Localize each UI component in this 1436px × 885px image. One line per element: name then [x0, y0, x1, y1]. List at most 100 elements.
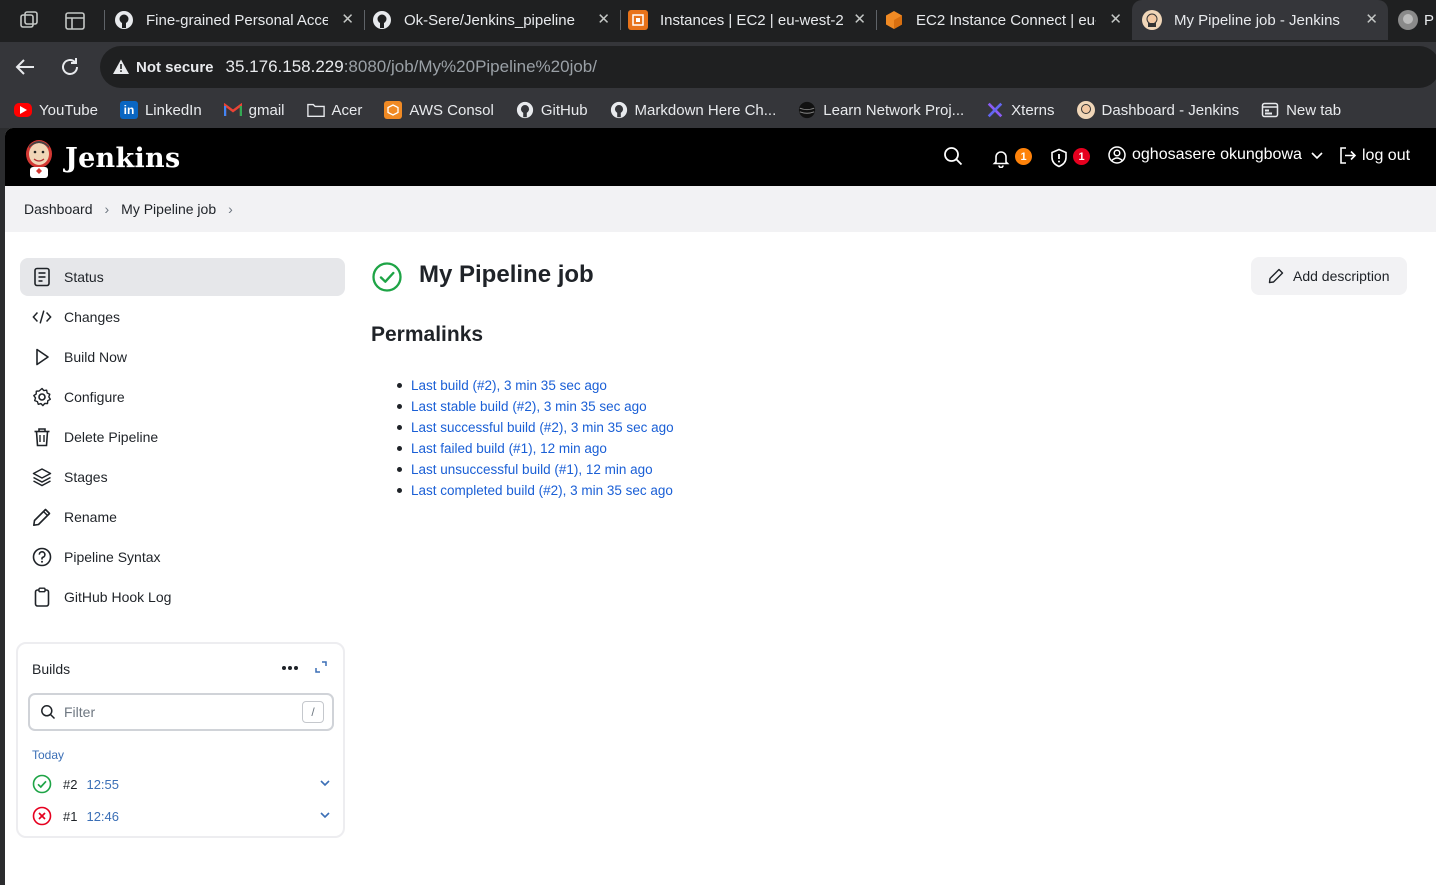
tab-title: Fine-grained Personal Acce: [146, 11, 328, 29]
security-badge: 1: [1073, 148, 1090, 165]
close-icon[interactable]: ✕: [1365, 12, 1378, 28]
help-icon: [32, 547, 52, 567]
list-item: Last build (#2), 3 min 35 sec ago: [397, 375, 674, 396]
jenkins-butler-icon: [26, 140, 52, 178]
tab-title: EC2 Instance Connect | eu-: [916, 11, 1096, 29]
notifications-badge: 1: [1015, 148, 1032, 165]
url-text[interactable]: 35.176.158.229:8080/job/My%20Pipeline%20…: [226, 57, 597, 77]
jenkins-logo[interactable]: Jenkins: [23, 138, 180, 178]
tab-groups-icon[interactable]: [64, 10, 86, 32]
breadcrumb-job[interactable]: My Pipeline job: [121, 201, 216, 217]
build-time: 12:46: [86, 808, 120, 824]
browser-tab[interactable]: Ok-Sere/Jenkins_pipeline ✕: [364, 0, 620, 40]
add-description-button[interactable]: Add description: [1251, 257, 1407, 295]
builds-filter-input[interactable]: [64, 704, 284, 720]
browser-toolbar: Not secure 35.176.158.229:8080/job/My%20…: [0, 42, 1436, 92]
youtube-icon: [14, 103, 32, 117]
sidebar-item-pipeline-syntax[interactable]: Pipeline Syntax: [20, 538, 345, 576]
browser-tab[interactable]: Instances | EC2 | eu-west-2 ✕: [620, 0, 876, 40]
browser-tab[interactable]: P: [1392, 0, 1436, 40]
breadcrumb-dashboard[interactable]: Dashboard: [24, 201, 93, 217]
logout-button[interactable]: log out: [1338, 146, 1410, 165]
list-item: Last completed build (#2), 3 min 35 sec …: [397, 480, 674, 501]
permalink-last-build[interactable]: Last build (#2), 3 min 35 sec ago: [411, 378, 607, 393]
bookmark-acer[interactable]: Acer: [306, 101, 362, 119]
sidebar-item-delete-pipeline[interactable]: Delete Pipeline: [20, 418, 345, 456]
job-success-icon: [372, 262, 402, 292]
build-number[interactable]: #2: [63, 777, 77, 792]
bookmark-xterns[interactable]: Xterns: [986, 101, 1055, 119]
linkedin-icon: in: [119, 101, 138, 119]
layers-icon: [32, 467, 52, 487]
list-item: Last unsuccessful build (#1), 12 min ago: [397, 459, 674, 480]
bookmark-youtube[interactable]: YouTube: [14, 102, 98, 119]
bookmark-linkedin[interactable]: in LinkedIn: [119, 101, 202, 119]
expand-icon[interactable]: [313, 659, 329, 675]
builds-filter[interactable]: /: [28, 693, 334, 731]
chevron-down-icon[interactable]: [318, 808, 332, 822]
security-indicator[interactable]: Not secure: [112, 58, 214, 76]
more-options-icon[interactable]: [280, 659, 300, 677]
browser-tab[interactable]: Fine-grained Personal Acce ✕: [106, 0, 364, 40]
close-icon[interactable]: ✕: [341, 12, 354, 28]
permalink-last-completed-build[interactable]: Last completed build (#2), 3 min 35 sec …: [411, 483, 673, 498]
notifications-button[interactable]: 1: [991, 146, 1035, 170]
tab-title: My Pipeline job - Jenkins: [1174, 11, 1340, 29]
security-button[interactable]: 1: [1049, 146, 1093, 170]
close-icon[interactable]: ✕: [1109, 12, 1122, 28]
bookmark-new-tab[interactable]: New tab: [1261, 101, 1341, 119]
sidebar-item-label: Rename: [64, 509, 117, 525]
builds-group-label: Today: [32, 748, 65, 762]
permalink-last-stable-build[interactable]: Last stable build (#2), 3 min 35 sec ago: [411, 399, 647, 414]
address-bar[interactable]: Not secure 35.176.158.229:8080/job/My%20…: [100, 46, 1436, 88]
add-description-label: Add description: [1293, 268, 1390, 284]
chevron-right-icon[interactable]: ›: [228, 201, 233, 217]
sidebar-item-build-now[interactable]: Build Now: [20, 338, 345, 376]
tab-search-icon[interactable]: [18, 10, 40, 32]
aws-ec2-cube-icon: [884, 10, 904, 30]
bookmark-label: LinkedIn: [144, 101, 202, 119]
bookmark-gmail[interactable]: gmail: [223, 101, 285, 119]
permalink-last-failed-build[interactable]: Last failed build (#1), 12 min ago: [411, 441, 607, 456]
bookmark-dashboard-jenkins[interactable]: Dashboard - Jenkins: [1076, 101, 1239, 119]
bookmark-aws[interactable]: AWS Consol: [384, 101, 494, 119]
permalink-last-unsuccessful-build[interactable]: Last unsuccessful build (#1), 12 min ago: [411, 462, 653, 477]
build-time: 12:55: [86, 776, 120, 792]
build-row[interactable]: #1 12:46: [32, 804, 332, 828]
builds-title: Builds: [32, 661, 71, 677]
bookmark-learn-network[interactable]: Learn Network Proj...: [798, 101, 964, 119]
browser-tab-active[interactable]: My Pipeline job - Jenkins ✕: [1132, 0, 1388, 40]
sidebar-item-configure[interactable]: Configure: [20, 378, 345, 416]
user-name: oghosasere okungbowa: [1132, 146, 1302, 163]
sidebar-item-label: Changes: [64, 309, 121, 325]
sidebar-item-changes[interactable]: Changes: [20, 298, 345, 336]
sidebar-item-status[interactable]: Status: [20, 258, 345, 296]
build-number[interactable]: #1: [63, 809, 77, 824]
reload-button[interactable]: [57, 54, 83, 80]
permalinks-list: Last build (#2), 3 min 35 sec ago Last s…: [397, 375, 674, 501]
close-icon[interactable]: ✕: [853, 12, 866, 28]
folder-icon: [306, 101, 325, 119]
close-icon[interactable]: ✕: [597, 12, 610, 28]
header-search-button[interactable]: [943, 146, 963, 166]
bookmarks-bar: YouTube in LinkedIn gmail Acer AWS Conso…: [0, 92, 1436, 128]
bookmark-label: gmail: [248, 101, 285, 119]
keyboard-shortcut-hint: /: [302, 701, 324, 723]
bookmark-markdown-here[interactable]: Markdown Here Ch...: [610, 101, 776, 119]
sidebar-item-rename[interactable]: Rename: [20, 498, 345, 536]
bookmark-github[interactable]: GitHub: [516, 101, 588, 119]
sidebar-item-label: Configure: [64, 389, 125, 405]
chevron-down-icon[interactable]: [318, 776, 332, 790]
bookmark-label: New tab: [1286, 101, 1342, 119]
build-row[interactable]: #2 12:55: [32, 772, 332, 796]
back-button[interactable]: [12, 54, 38, 80]
permalink-last-successful-build[interactable]: Last successful build (#2), 3 min 35 sec…: [411, 420, 674, 435]
list-item: Last stable build (#2), 3 min 35 sec ago: [397, 396, 674, 417]
github-icon: [610, 101, 628, 119]
browser-tab[interactable]: EC2 Instance Connect | eu- ✕: [876, 0, 1132, 40]
sidebar-item-label: Build Now: [64, 349, 128, 365]
bell-icon: [992, 151, 1010, 168]
user-menu[interactable]: oghosasere okungbowa: [1108, 146, 1324, 164]
sidebar-item-stages[interactable]: Stages: [20, 458, 345, 496]
sidebar-item-github-hook-log[interactable]: GitHub Hook Log: [20, 578, 345, 616]
